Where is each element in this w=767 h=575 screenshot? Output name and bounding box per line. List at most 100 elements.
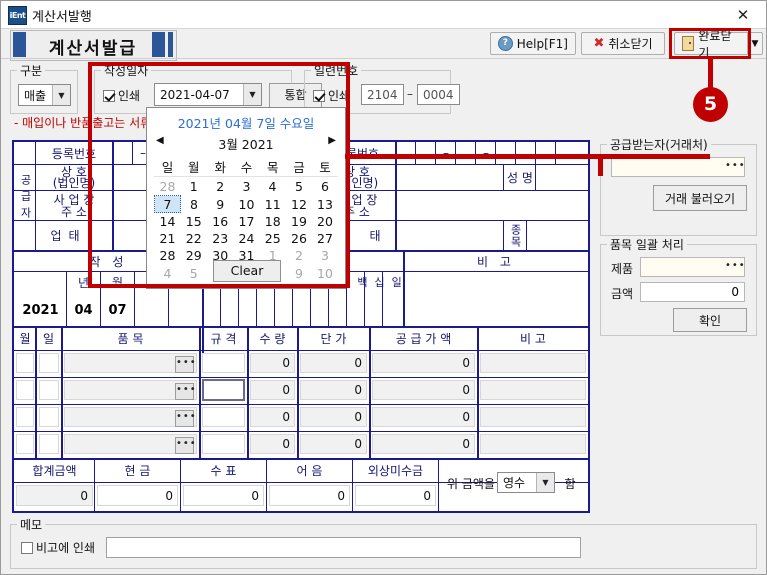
calendar-day[interactable]: 1 [181, 178, 208, 196]
calendar-day[interactable]: 19 [286, 213, 312, 231]
calendar-day[interactable]: 4 [260, 178, 287, 196]
calendar-day[interactable]: 21 [155, 230, 181, 247]
total-check-input[interactable]: 0 [183, 485, 264, 506]
memo-print-checkbox[interactable]: 비고에 인쇄 [21, 539, 95, 556]
complete-close-button[interactable]: 완료닫기 [674, 29, 747, 60]
calendar-day[interactable]: 5 [181, 265, 208, 282]
calendar-day[interactable]: 10 [312, 265, 338, 282]
calendar-day[interactable]: 8 [181, 196, 208, 213]
calendar-day[interactable]: 27 [312, 230, 338, 247]
memo-input[interactable] [106, 537, 581, 558]
calendar-day[interactable]: 3 [312, 247, 338, 265]
load-partner-button[interactable]: 거래 불러오기 [653, 185, 747, 211]
row-day-input[interactable] [39, 407, 59, 427]
calendar-next-icon[interactable]: ▶ [328, 135, 336, 146]
row-item-input[interactable]: ••• [64, 353, 197, 373]
gubun-select[interactable]: 매출 ▼ [18, 84, 71, 106]
calendar-day[interactable]: 7 [154, 195, 181, 213]
calendar-day[interactable]: 3 [234, 178, 260, 196]
row-note-input[interactable] [480, 434, 586, 454]
calendar-popup[interactable]: 2021년 04월 7일 수요일 ◀ 3월 2021 ▶ 일 월 화 수 목 금 토 28 1 2… [146, 107, 346, 289]
calendar-day[interactable]: 20 [312, 213, 338, 231]
calendar-day[interactable]: 26 [286, 230, 312, 247]
bulk-product-input[interactable]: ••• [640, 257, 745, 277]
row-price-input[interactable]: 0 [300, 380, 367, 400]
serial-part1-input[interactable]: 2104 [361, 84, 404, 105]
calendar-day[interactable]: 15 [181, 213, 208, 231]
calendar-day[interactable]: 12 [286, 196, 312, 213]
row-item-input[interactable]: ••• [64, 407, 197, 427]
write-date-input[interactable]: 2021-04-07 ▼ [154, 83, 262, 106]
calendar-day[interactable]: 4 [155, 265, 181, 282]
serial-part2-input[interactable]: 0004 [417, 84, 460, 105]
row-qty-input[interactable]: 0 [250, 434, 295, 454]
row-qty-input[interactable]: 0 [250, 407, 295, 427]
receipt-type-select[interactable]: 영수 ▼ [497, 472, 555, 493]
row-amount-input[interactable]: 0 [372, 407, 475, 427]
calendar-day[interactable]: 14 [155, 213, 181, 231]
item-picker-icon[interactable]: ••• [175, 383, 196, 400]
row-amount-input[interactable]: 0 [372, 353, 475, 373]
help-button[interactable]: ? Help[F1] [490, 32, 576, 55]
calendar-day[interactable]: 18 [260, 213, 287, 231]
calendar-day[interactable]: 22 [181, 230, 208, 247]
close-icon[interactable]: ✕ [728, 4, 758, 26]
row-day-input[interactable] [39, 353, 59, 373]
item-picker-icon[interactable]: ••• [175, 356, 196, 373]
row-spec-input[interactable] [202, 353, 245, 373]
row-price-input[interactable]: 0 [300, 434, 367, 454]
row-month-input[interactable] [16, 380, 34, 400]
calendar-day[interactable]: 28 [155, 247, 181, 265]
row-qty-input[interactable]: 0 [250, 353, 295, 373]
row-day-input[interactable] [39, 380, 59, 400]
row-item-input[interactable]: ••• [64, 380, 197, 400]
row-price-input[interactable]: 0 [300, 353, 367, 373]
complete-close-dropdown-button[interactable]: ▼ [747, 32, 763, 55]
bulk-product-picker-icon[interactable]: ••• [725, 260, 745, 274]
calendar-month-title[interactable]: 3월 2021 [147, 134, 345, 153]
calendar-day[interactable]: 10 [234, 196, 260, 213]
calendar-day[interactable]: 13 [312, 196, 338, 213]
row-month-input[interactable] [16, 353, 34, 373]
total-credit-input[interactable]: 0 [355, 485, 436, 506]
row-price-input[interactable]: 0 [300, 407, 367, 427]
calendar-day[interactable]: 28 [155, 178, 181, 196]
row-qty-input[interactable]: 0 [250, 380, 295, 400]
calendar-day[interactable]: 24 [234, 230, 260, 247]
calendar-day[interactable]: 23 [207, 230, 234, 247]
calendar-day[interactable]: 25 [260, 230, 287, 247]
row-amount-input[interactable]: 0 [372, 434, 475, 454]
row-month-input[interactable] [16, 434, 34, 454]
calendar-day[interactable]: 16 [207, 213, 234, 231]
calendar-day[interactable]: 9 [207, 196, 234, 213]
calendar-day[interactable]: 2 [286, 247, 312, 265]
row-item-input[interactable]: ••• [64, 434, 197, 454]
item-picker-icon[interactable]: ••• [175, 410, 196, 427]
calendar-day[interactable]: 17 [234, 213, 260, 231]
row-spec-input[interactable] [202, 434, 245, 454]
calendar-day[interactable]: 9 [286, 265, 312, 282]
row-note-input[interactable] [480, 407, 586, 427]
serial-print-checkbox[interactable]: 인쇄 [313, 87, 350, 104]
receiver-search-input[interactable]: ••• [611, 157, 745, 177]
receiver-picker-icon[interactable]: ••• [725, 160, 745, 174]
calendar-day[interactable]: 2 [207, 178, 234, 196]
item-picker-icon[interactable]: ••• [175, 437, 196, 454]
bulk-amount-input[interactable]: 0 [640, 282, 745, 302]
calendar-day[interactable]: 5 [286, 178, 312, 196]
row-note-input[interactable] [480, 380, 586, 400]
calendar-day[interactable]: 29 [181, 247, 208, 265]
write-date-print-checkbox[interactable]: 인쇄 [103, 87, 140, 104]
row-spec-input[interactable] [202, 407, 245, 427]
row-amount-input[interactable]: 0 [372, 380, 475, 400]
calendar-day[interactable]: 11 [260, 196, 287, 213]
row-spec-input-focused[interactable] [202, 379, 245, 401]
calendar-day[interactable]: 6 [312, 178, 338, 196]
row-note-input[interactable] [480, 353, 586, 373]
row-day-input[interactable] [39, 434, 59, 454]
cancel-close-button[interactable]: ✖ 취소닫기 [581, 32, 665, 55]
row-month-input[interactable] [16, 407, 34, 427]
total-cash-input[interactable]: 0 [97, 485, 178, 506]
bulk-confirm-button[interactable]: 확인 [673, 308, 747, 332]
calendar-clear-button[interactable]: Clear [213, 260, 281, 282]
